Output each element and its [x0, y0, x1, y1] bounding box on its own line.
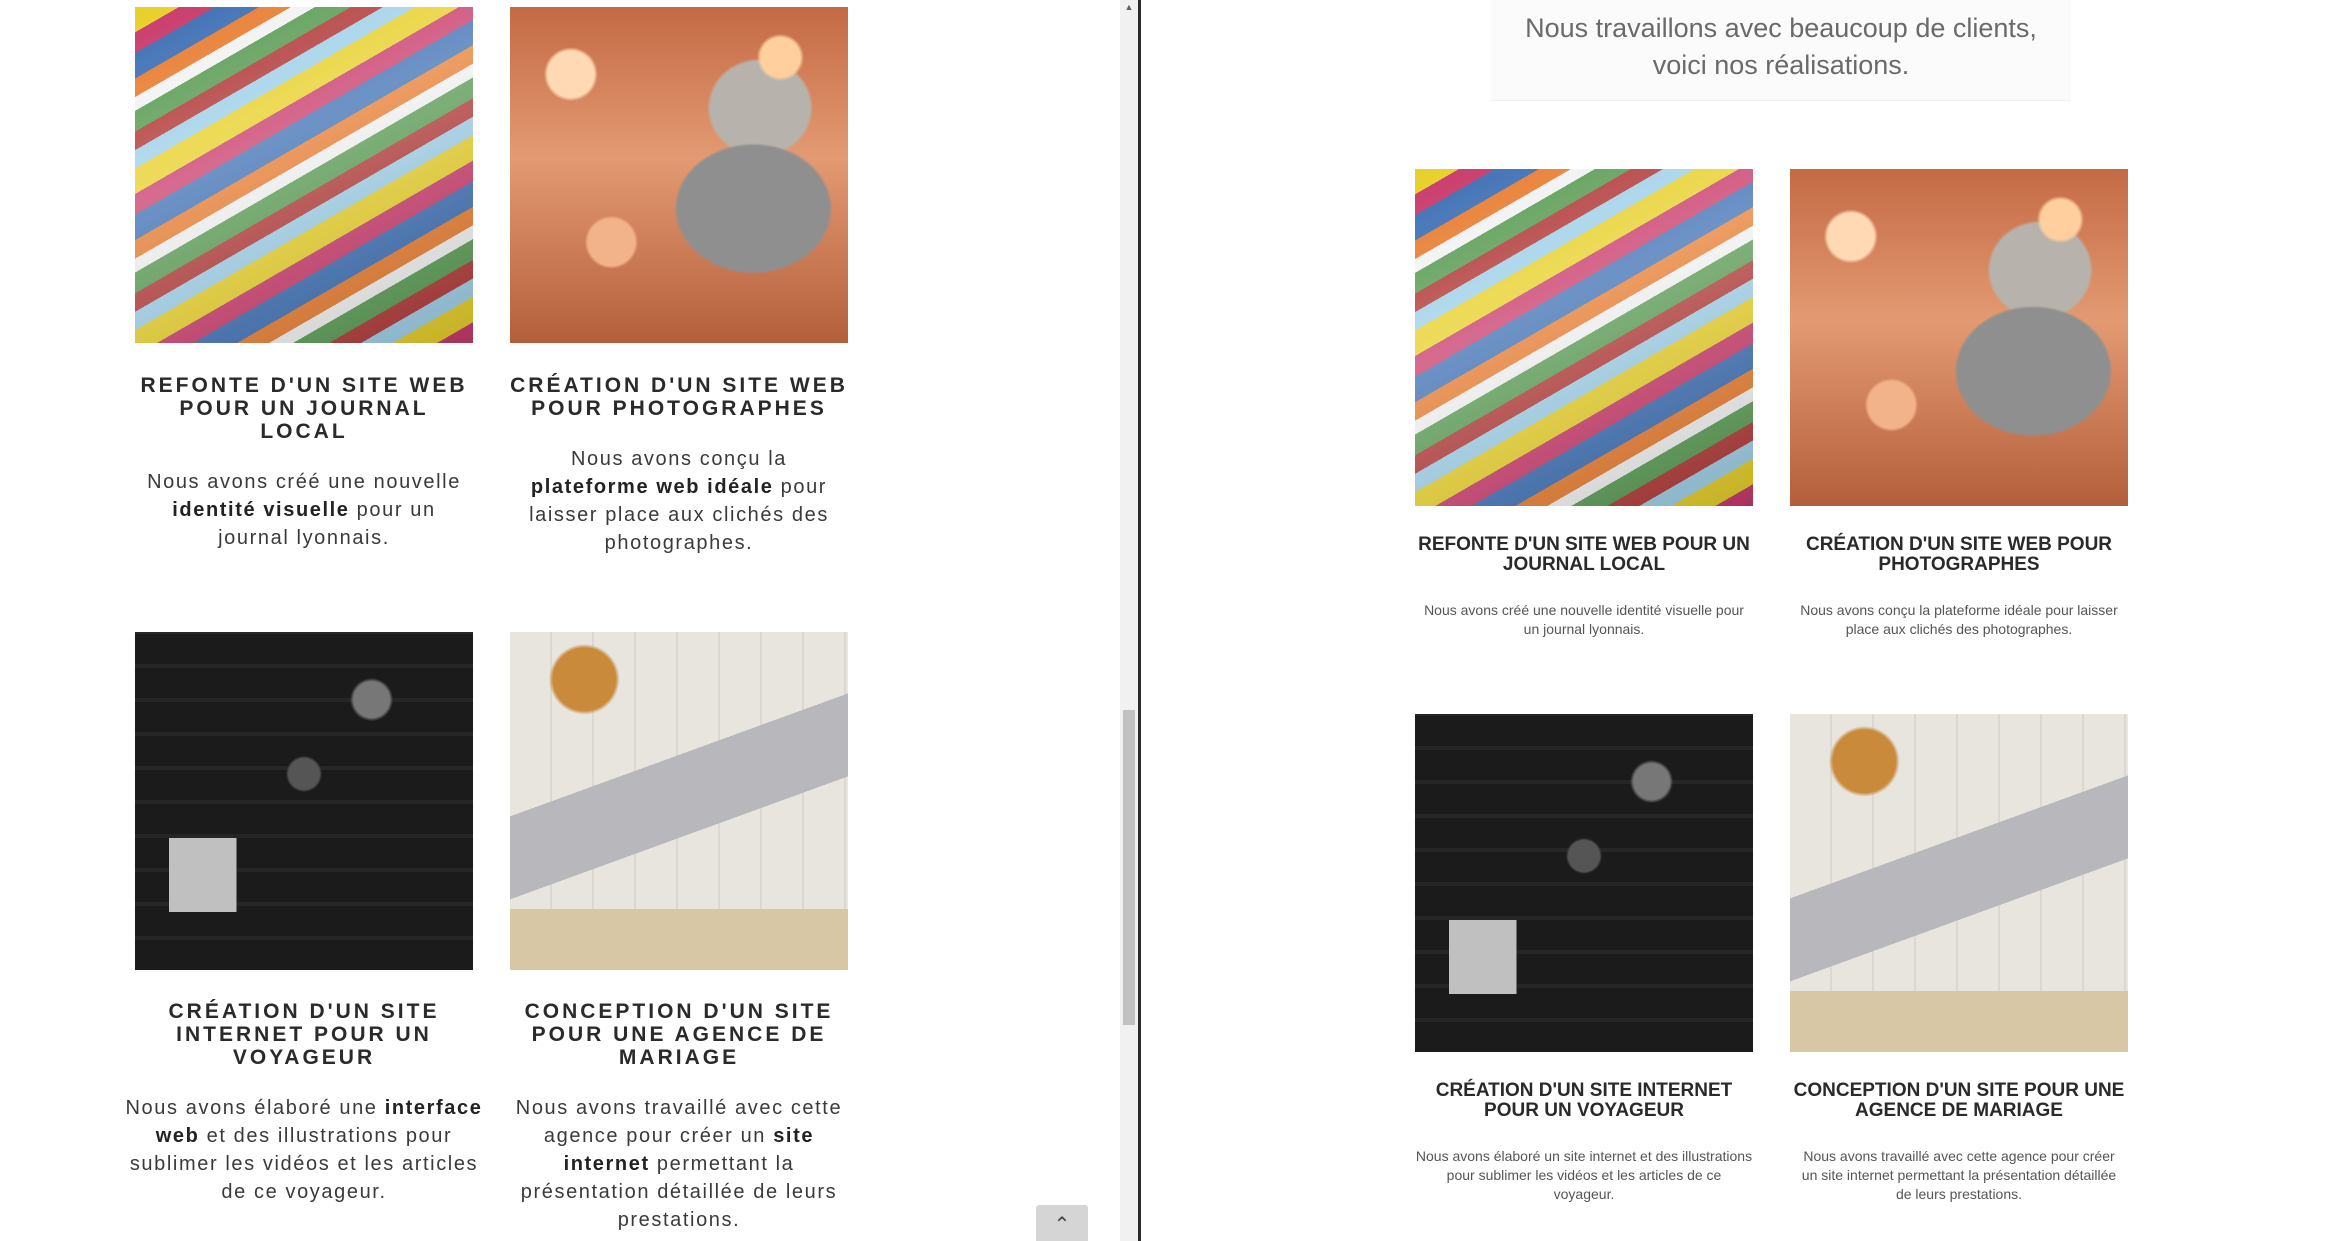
card-title[interactable]: CRÉATION D'UN SITE INTERNET POUR UN VOYA… [135, 1000, 473, 1069]
back-to-top-button[interactable]: ⌃ [1036, 1205, 1088, 1241]
chevron-up-icon: ⌃ [1053, 1214, 1071, 1236]
desc-emphasis: identité visuelle [172, 499, 350, 521]
laptop-desk-photo[interactable] [510, 632, 848, 970]
card-title[interactable]: CRÉATION D'UN SITE WEB POUR PHOTOGRAPHES [1790, 535, 2128, 575]
card-description: Nous avons élaboré un site internet et d… [1415, 1148, 1753, 1202]
card-description: Nous avons conçu la plateforme idéale po… [1800, 602, 2118, 637]
card-description: Nous avons conçu la plateforme web idéal… [510, 445, 848, 557]
photographer-photo[interactable] [1790, 169, 2128, 506]
camera-gear-photo[interactable] [135, 632, 473, 970]
card-description: Nous avons travaillé avec cette agence p… [1801, 1148, 2117, 1202]
desc-text: Nous avons créé une nouvelle [147, 471, 461, 493]
magazines-photo[interactable] [1415, 169, 1753, 506]
laptop-desk-photo[interactable] [1790, 714, 2128, 1052]
left-pane: REFONTE D'UN SITE WEB POUR UN JOURNAL LO… [0, 0, 1120, 1241]
card-description: Nous avons créé une nouvelle identité vi… [135, 468, 473, 552]
card-title[interactable]: CRÉATION D'UN SITE INTERNET POUR UN VOYA… [1415, 1081, 1753, 1121]
desc-text: Nous avons élaboré une [125, 1097, 385, 1119]
card-title[interactable]: REFONTE D'UN SITE WEB POUR UN JOURNAL LO… [1415, 535, 1753, 575]
card-title[interactable]: CRÉATION D'UN SITE WEB POUR PHOTOGRAPHES [510, 374, 848, 420]
card-title[interactable]: REFONTE D'UN SITE WEB POUR UN JOURNAL LO… [135, 374, 473, 443]
right-pane: Nous travaillons avec beaucoup de client… [1141, 0, 2325, 1241]
card-title[interactable]: CONCEPTION D'UN SITE POUR UNE AGENCE DE … [1790, 1081, 2128, 1121]
photographer-photo[interactable] [510, 7, 848, 343]
magazines-photo[interactable] [135, 7, 473, 343]
card-description: Nous avons élaboré une interface web et … [125, 1094, 483, 1206]
scrollbar[interactable]: ▲ [1120, 0, 1138, 1241]
intro-line: voici nos réalisations. [1652, 50, 1910, 80]
scroll-up-arrow-icon[interactable]: ▲ [1124, 2, 1134, 12]
card-description: Nous avons travaillé avec cette agence p… [510, 1094, 848, 1234]
desc-emphasis: plateforme web idéale [530, 476, 774, 498]
desc-text: Nous avons conçu la [570, 448, 788, 470]
camera-gear-photo[interactable] [1415, 714, 1753, 1052]
scrollbar-thumb[interactable] [1123, 710, 1135, 1025]
intro-text-box: Nous travaillons avec beaucoup de client… [1491, 0, 2071, 101]
card-description: Nous avons créé une nouvelle identité vi… [1424, 602, 1744, 637]
card-title[interactable]: CONCEPTION D'UN SITE POUR UNE AGENCE DE … [510, 1000, 848, 1069]
intro-line: Nous travaillons avec beaucoup de client… [1525, 13, 2037, 43]
